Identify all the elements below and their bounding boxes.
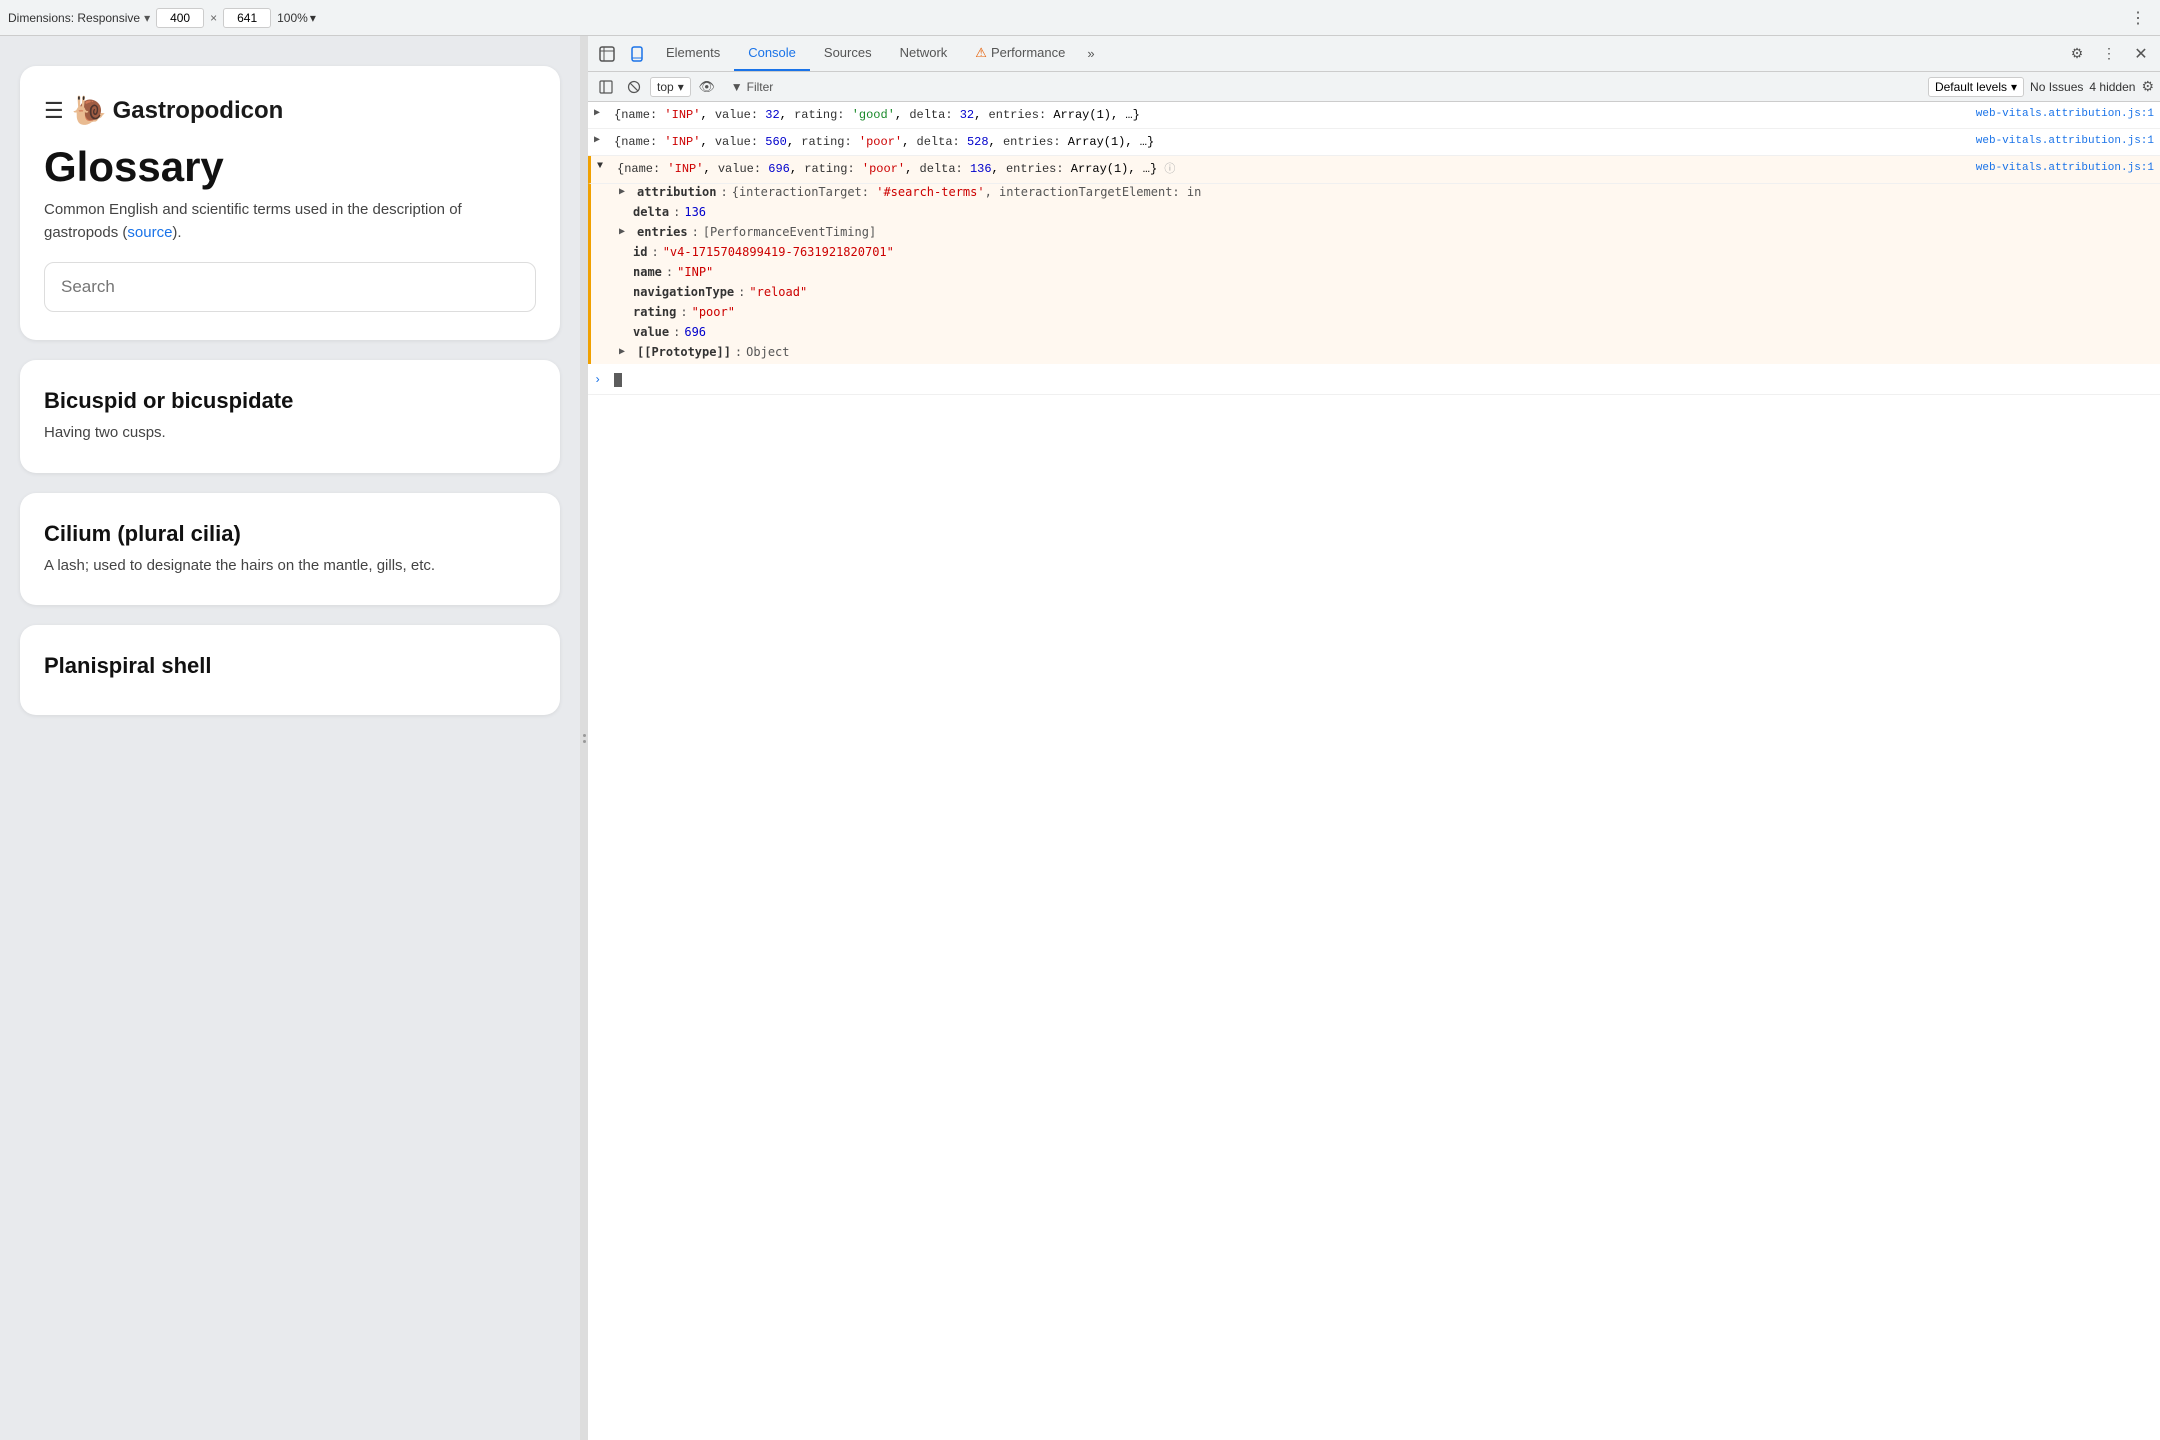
term-def-bicuspid: Having two cusps. bbox=[44, 422, 536, 445]
resize-dots bbox=[583, 734, 586, 743]
hamburger-icon[interactable]: ☰ bbox=[44, 98, 64, 124]
height-input[interactable] bbox=[223, 8, 271, 28]
console-settings-icon[interactable]: ⚙ bbox=[2141, 78, 2154, 95]
glossary-description: Common English and scientific terms used… bbox=[44, 199, 536, 244]
source-link[interactable]: source bbox=[127, 224, 172, 241]
tab-more[interactable]: » bbox=[1079, 36, 1102, 71]
levels-select[interactable]: Default levels ▾ bbox=[1928, 77, 2024, 97]
console-input-row: › bbox=[588, 368, 2160, 395]
site-logo: 🐌 Gastropodicon bbox=[72, 94, 284, 127]
toolbar-left: Dimensions: Responsive ▾ × 100% ▾ bbox=[8, 8, 2116, 28]
log-entry-3-container: ▼ web-vitals.attribution.js:1 {name: 'IN… bbox=[588, 156, 2160, 364]
term-card-cilium: Cilium (plural cilia) A lash; used to de… bbox=[20, 493, 560, 606]
devtools-settings-button[interactable]: ⚙ bbox=[2062, 39, 2092, 69]
prop-name: name: "INP" bbox=[591, 264, 2160, 284]
no-issues-badge: No Issues bbox=[2030, 80, 2083, 94]
devtools-topbar-actions: ⚙ ⋮ ✕ bbox=[2062, 39, 2156, 69]
console-toolbar: top ▾ 👁 ▼ Filter Default levels ▾ No Iss… bbox=[588, 72, 2160, 102]
filter-icon: ▼ bbox=[731, 80, 743, 94]
term-title-cilium: Cilium (plural cilia) bbox=[44, 521, 536, 547]
toolbar-right: ⋮ bbox=[2124, 4, 2152, 32]
devtools-tabs: Elements Console Sources Network ⚠ Perfo… bbox=[652, 36, 2062, 71]
prop-value: value: 696 bbox=[591, 324, 2160, 344]
console-log: ▶ web-vitals.attribution.js:1 {name: 'IN… bbox=[588, 102, 2160, 1440]
console-eye-button[interactable]: 👁 bbox=[695, 75, 719, 99]
toggle-arrow-1[interactable]: ▶ bbox=[594, 107, 608, 119]
devtools-more-button[interactable]: ⋮ bbox=[2094, 39, 2124, 69]
log-entry-3-expanded: ▶ attribution: {interactionTarget: '#sea… bbox=[588, 184, 2160, 364]
console-prompt-icon: › bbox=[594, 373, 608, 387]
log-link-1[interactable]: web-vitals.attribution.js:1 bbox=[1976, 106, 2154, 123]
prop-rating: rating: "poor" bbox=[591, 304, 2160, 324]
browser-toolbar: Dimensions: Responsive ▾ × 100% ▾ ⋮ bbox=[0, 0, 2160, 36]
log-link-2[interactable]: web-vitals.attribution.js:1 bbox=[1976, 133, 2154, 150]
prop-attribution: ▶ attribution: {interactionTarget: '#sea… bbox=[591, 184, 2160, 204]
toggle-prototype-arrow[interactable]: ▶ bbox=[619, 346, 633, 357]
log-entry-3: ▼ web-vitals.attribution.js:1 {name: 'IN… bbox=[588, 156, 2160, 184]
glossary-header-card: ☰ 🐌 Gastropodicon Glossary Common Englis… bbox=[20, 66, 560, 340]
context-selector[interactable]: top ▾ bbox=[650, 77, 691, 97]
tab-performance[interactable]: ⚠ Performance bbox=[961, 36, 1079, 71]
zoom-button[interactable]: 100% ▾ bbox=[277, 11, 316, 25]
tab-elements[interactable]: Elements bbox=[652, 36, 734, 71]
toggle-attribution-arrow[interactable]: ▶ bbox=[619, 186, 633, 197]
tab-console[interactable]: Console bbox=[734, 36, 810, 71]
main-layout: ☰ 🐌 Gastropodicon Glossary Common Englis… bbox=[0, 36, 2160, 1440]
toggle-arrow-2[interactable]: ▶ bbox=[594, 134, 608, 146]
site-header: ☰ 🐌 Gastropodicon bbox=[44, 94, 536, 127]
devtools-inspect-button[interactable] bbox=[592, 39, 622, 69]
resize-handle[interactable] bbox=[580, 36, 588, 1440]
console-sidebar-button[interactable] bbox=[594, 75, 618, 99]
devtools-device-button[interactable] bbox=[622, 39, 652, 69]
prop-delta: delta: 136 bbox=[591, 204, 2160, 224]
log-content-3: web-vitals.attribution.js:1 {name: 'INP'… bbox=[617, 160, 2154, 179]
log-link-3[interactable]: web-vitals.attribution.js:1 bbox=[1976, 160, 2154, 177]
devtools-close-button[interactable]: ✕ bbox=[2126, 39, 2156, 69]
prop-entries: ▶ entries: [PerformanceEventTiming] bbox=[591, 224, 2160, 244]
log-entry-2: ▶ web-vitals.attribution.js:1 {name: 'IN… bbox=[588, 129, 2160, 156]
term-card-bicuspid: Bicuspid or bicuspidate Having two cusps… bbox=[20, 360, 560, 473]
toggle-arrow-3[interactable]: ▼ bbox=[597, 161, 611, 172]
filter-button[interactable]: ▼ Filter bbox=[723, 78, 782, 96]
console-input-area bbox=[614, 372, 2154, 390]
console-toolbar-right: Default levels ▾ No Issues 4 hidden ⚙ bbox=[1928, 77, 2154, 97]
prop-id: id: "v4-1715704899419-7631921820701" bbox=[591, 244, 2160, 264]
toggle-entries-arrow[interactable]: ▶ bbox=[619, 226, 633, 237]
devtools-topbar: Elements Console Sources Network ⚠ Perfo… bbox=[588, 36, 2160, 72]
log-entry-1: ▶ web-vitals.attribution.js:1 {name: 'IN… bbox=[588, 102, 2160, 129]
prop-navigation-type: navigationType: "reload" bbox=[591, 284, 2160, 304]
width-input[interactable] bbox=[156, 8, 204, 28]
console-clear-button[interactable] bbox=[622, 75, 646, 99]
tab-network[interactable]: Network bbox=[886, 36, 962, 71]
dimension-separator: × bbox=[210, 11, 217, 25]
log-content-1: web-vitals.attribution.js:1 {name: 'INP'… bbox=[614, 106, 2154, 124]
snail-icon: 🐌 bbox=[72, 94, 107, 127]
more-options-button[interactable]: ⋮ bbox=[2124, 4, 2152, 32]
term-title-bicuspid: Bicuspid or bicuspidate bbox=[44, 388, 536, 414]
tab-sources[interactable]: Sources bbox=[810, 36, 886, 71]
devtools-pane: Elements Console Sources Network ⚠ Perfo… bbox=[588, 36, 2160, 1440]
log-content-2: web-vitals.attribution.js:1 {name: 'INP'… bbox=[614, 133, 2154, 151]
term-title-planispiral: Planispiral shell bbox=[44, 653, 536, 679]
prop-prototype: ▶ [[Prototype]]: Object bbox=[591, 344, 2160, 364]
search-input[interactable] bbox=[44, 262, 536, 312]
dimensions-label: Dimensions: Responsive ▾ bbox=[8, 11, 150, 25]
page-content: ☰ 🐌 Gastropodicon Glossary Common Englis… bbox=[0, 36, 580, 1440]
console-cursor bbox=[614, 373, 622, 387]
browser-pane: ☰ 🐌 Gastropodicon Glossary Common Englis… bbox=[0, 36, 580, 1440]
glossary-title: Glossary bbox=[44, 143, 536, 191]
term-card-planispiral: Planispiral shell bbox=[20, 625, 560, 715]
hidden-count-badge: 4 hidden bbox=[2089, 80, 2135, 94]
term-def-cilium: A lash; used to designate the hairs on t… bbox=[44, 555, 536, 578]
